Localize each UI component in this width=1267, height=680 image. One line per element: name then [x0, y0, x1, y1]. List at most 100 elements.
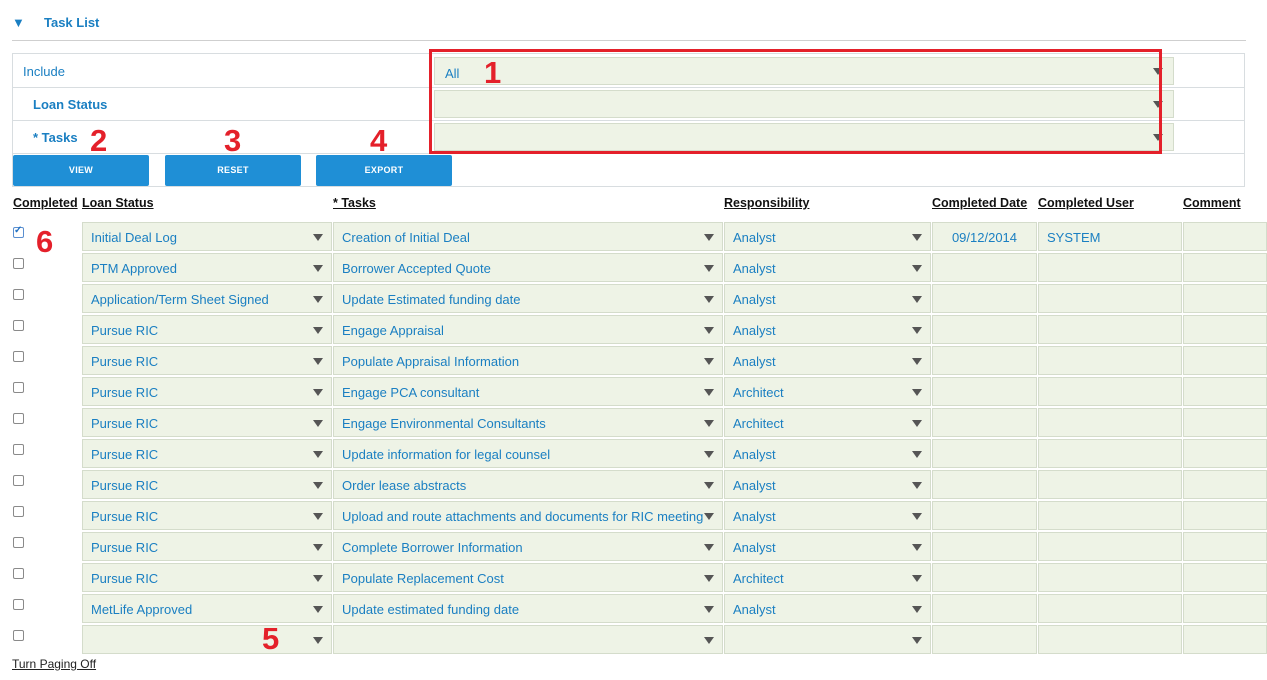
collapse-toggle-icon[interactable]: ▼: [12, 15, 25, 30]
completed-checkbox[interactable]: [13, 444, 24, 455]
loan-status-select[interactable]: Pursue RIC: [82, 408, 332, 437]
task-select[interactable]: [333, 625, 723, 654]
col-tasks[interactable]: * Tasks: [333, 196, 376, 210]
chevron-down-icon: [912, 234, 922, 241]
task-select[interactable]: Engage PCA consultant: [333, 377, 723, 406]
col-comment[interactable]: Comment: [1183, 196, 1241, 210]
comment-cell[interactable]: [1183, 470, 1267, 499]
loan-status-select[interactable]: Initial Deal Log: [82, 222, 332, 251]
include-label: Include: [23, 64, 65, 79]
comment-cell[interactable]: [1183, 563, 1267, 592]
completed-checkbox[interactable]: [13, 320, 24, 331]
loan-status-select[interactable]: Application/Term Sheet Signed: [82, 284, 332, 313]
chevron-down-icon: [313, 327, 323, 334]
responsibility-select[interactable]: Analyst: [724, 284, 931, 313]
task-select[interactable]: Complete Borrower Information: [333, 532, 723, 561]
completed-checkbox[interactable]: [13, 289, 24, 300]
chevron-down-icon: [313, 296, 323, 303]
comment-cell[interactable]: [1183, 346, 1267, 375]
loan-status-select[interactable]: Pursue RIC: [82, 377, 332, 406]
comment-cell[interactable]: [1183, 377, 1267, 406]
comment-cell[interactable]: [1183, 315, 1267, 344]
task-select[interactable]: Order lease abstracts: [333, 470, 723, 499]
responsibility-select[interactable]: Analyst: [724, 439, 931, 468]
comment-cell[interactable]: [1183, 501, 1267, 530]
task-select[interactable]: Populate Appraisal Information: [333, 346, 723, 375]
completed-checkbox[interactable]: [13, 475, 24, 486]
col-loan-status[interactable]: Loan Status: [82, 196, 154, 210]
responsibility-select[interactable]: Analyst: [724, 253, 931, 282]
loan-status-select-text: Pursue RIC: [91, 354, 159, 369]
responsibility-select[interactable]: Architect: [724, 563, 931, 592]
completed-date-cell: [932, 284, 1037, 313]
table-row: [12, 624, 1267, 655]
completed-user-cell-text: SYSTEM: [1047, 230, 1101, 245]
responsibility-select[interactable]: Analyst: [724, 594, 931, 623]
responsibility-select-text: Architect: [733, 385, 784, 400]
responsibility-select[interactable]: Architect: [724, 377, 931, 406]
completed-date-cell: 09/12/2014: [932, 222, 1037, 251]
loan-status-select[interactable]: [82, 625, 332, 654]
completed-checkbox[interactable]: [13, 382, 24, 393]
view-button[interactable]: VIEW: [13, 155, 149, 186]
completed-user-cell: [1038, 501, 1182, 530]
completed-checkbox[interactable]: [13, 630, 24, 641]
responsibility-select[interactable]: Analyst: [724, 346, 931, 375]
col-completed-date[interactable]: Completed Date: [932, 196, 1027, 210]
responsibility-select[interactable]: Architect: [724, 408, 931, 437]
completed-checkbox[interactable]: [13, 258, 24, 269]
col-completed-user[interactable]: Completed User: [1038, 196, 1134, 210]
comment-cell[interactable]: [1183, 594, 1267, 623]
comment-cell[interactable]: [1183, 625, 1267, 654]
completed-checkbox[interactable]: [13, 568, 24, 579]
task-select[interactable]: Update information for legal counsel: [333, 439, 723, 468]
reset-button[interactable]: RESET: [165, 155, 301, 186]
responsibility-select-text: Analyst: [733, 323, 776, 338]
task-select[interactable]: Engage Appraisal: [333, 315, 723, 344]
completed-checkbox[interactable]: [13, 225, 24, 238]
task-select[interactable]: Borrower Accepted Quote: [333, 253, 723, 282]
responsibility-select[interactable]: Analyst: [724, 501, 931, 530]
completed-checkbox[interactable]: [13, 413, 24, 424]
loan-status-select[interactable]: Pursue RIC: [82, 439, 332, 468]
task-select[interactable]: Engage Environmental Consultants: [333, 408, 723, 437]
comment-cell[interactable]: [1183, 284, 1267, 313]
comment-cell[interactable]: [1183, 532, 1267, 561]
loan-status-select[interactable]: Pursue RIC: [82, 346, 332, 375]
completed-checkbox[interactable]: [13, 599, 24, 610]
col-completed[interactable]: Completed: [13, 196, 78, 210]
loan-status-select[interactable]: Pursue RIC: [82, 470, 332, 499]
table-row: Pursue RIC Engage Environmental Consultan…: [12, 407, 1267, 438]
responsibility-select[interactable]: Analyst: [724, 470, 931, 499]
completed-checkbox[interactable]: [13, 537, 24, 548]
task-select[interactable]: Upload and route attachments and documen…: [333, 501, 723, 530]
export-button[interactable]: EXPORT: [316, 155, 452, 186]
chevron-down-icon: [912, 544, 922, 551]
responsibility-select[interactable]: [724, 625, 931, 654]
loan-status-select[interactable]: MetLife Approved: [82, 594, 332, 623]
comment-cell[interactable]: [1183, 222, 1267, 251]
col-responsibility[interactable]: Responsibility: [724, 196, 809, 210]
turn-paging-off-link[interactable]: Turn Paging Off: [12, 657, 96, 671]
task-select[interactable]: Creation of Initial Deal: [333, 222, 723, 251]
comment-cell[interactable]: [1183, 253, 1267, 282]
responsibility-select[interactable]: Analyst: [724, 222, 931, 251]
completed-checkbox[interactable]: [13, 351, 24, 362]
chevron-down-icon: [313, 420, 323, 427]
task-select[interactable]: Update estimated funding date: [333, 594, 723, 623]
comment-cell[interactable]: [1183, 408, 1267, 437]
loan-status-select[interactable]: Pursue RIC: [82, 501, 332, 530]
section-title[interactable]: Task List: [44, 15, 99, 30]
loan-status-select[interactable]: Pursue RIC: [82, 563, 332, 592]
responsibility-select[interactable]: Analyst: [724, 532, 931, 561]
chevron-down-icon: [704, 451, 714, 458]
chevron-down-icon: [912, 606, 922, 613]
loan-status-select[interactable]: Pursue RIC: [82, 315, 332, 344]
comment-cell[interactable]: [1183, 439, 1267, 468]
loan-status-select[interactable]: Pursue RIC: [82, 532, 332, 561]
task-select[interactable]: Populate Replacement Cost: [333, 563, 723, 592]
completed-checkbox[interactable]: [13, 506, 24, 517]
task-select[interactable]: Update Estimated funding date: [333, 284, 723, 313]
responsibility-select[interactable]: Analyst: [724, 315, 931, 344]
loan-status-select[interactable]: PTM Approved: [82, 253, 332, 282]
